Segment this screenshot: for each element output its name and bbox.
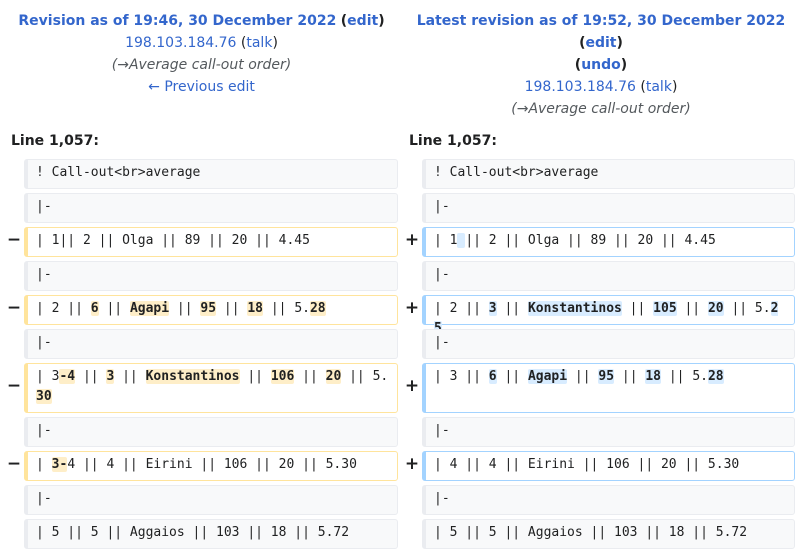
diff-text: || <box>114 369 146 384</box>
diff-text: | 3 <box>36 369 60 384</box>
diff-text: || <box>294 369 326 384</box>
changed-text: 20 <box>707 301 724 316</box>
new-diff-line: | 1 || 2 || Olga || 89 || 20 || 4.45 <box>422 227 795 257</box>
diff-text: || <box>614 369 646 384</box>
removed-line-marker: − <box>6 298 22 318</box>
diff-text: || <box>567 369 599 384</box>
removed-line-marker: − <box>6 230 22 250</box>
new-diff-line: |- <box>422 193 795 223</box>
new-edit-summary: (→Average call-out order) <box>511 101 691 117</box>
new-revision-header: Latest revision as of 19:52, 30 December… <box>403 10 799 120</box>
changed-text: Agapi <box>129 301 170 316</box>
diff-text: || <box>621 301 654 316</box>
old-diff-line: | 2 || 6 || Agapi || 95 || 18 || 5.28 <box>24 295 398 325</box>
old-diff-line: | 1|| 2 || Olga || 89 || 20 || 4.45 <box>24 227 398 257</box>
diff-text: || 2 || Olga || 89 || 20 || 4.45 <box>465 233 716 248</box>
diff-text: || <box>676 301 708 316</box>
diff-text: | 2 || <box>36 301 91 316</box>
changed-text: 105 <box>653 301 677 316</box>
old-diff-line: | 5 || 5 || Aggaios || 103 || 18 || 5.72 <box>24 519 398 549</box>
new-diff-line: |- <box>422 261 795 291</box>
changed-text: 95 <box>200 301 217 316</box>
changed-text: 18 <box>645 369 662 384</box>
diff-text: | 1|| 2 || Olga || 89 || 20 || 4.45 <box>36 233 310 248</box>
diff-text: || 5. <box>341 369 389 384</box>
added-line-marker: + <box>404 376 420 396</box>
old-user-link[interactable]: 198.103.184.76 <box>125 35 236 51</box>
old-edit-summary: (→Average call-out order) <box>111 57 292 73</box>
previous-edit-link[interactable]: ← Previous edit <box>148 79 255 95</box>
changed-text: Agapi <box>527 369 568 384</box>
changed-text: -4 <box>59 369 76 384</box>
new-revision-link[interactable]: Latest revision as of 19:52, 30 December… <box>417 13 785 29</box>
new-diff-line: | 5 || 5 || Aggaios || 103 || 18 || 5.72 <box>422 519 795 549</box>
diff-text: || <box>496 301 528 316</box>
changed-text: 3 <box>488 301 497 316</box>
changed-text: 6 <box>90 301 99 316</box>
diff-text: | 2 || <box>434 301 489 316</box>
diff-text: || <box>496 369 528 384</box>
diff-text: | <box>36 457 52 472</box>
new-edit-link[interactable]: edit <box>585 35 616 51</box>
diff-text: || 5. <box>661 369 708 384</box>
old-edit-link[interactable]: edit <box>347 13 378 29</box>
changed-text: 106 <box>270 369 295 384</box>
new-line-number: Line 1,057: <box>409 133 497 149</box>
new-diff-line: | 4 || 4 || Eirini || 106 || 20 || 5.30 <box>422 451 795 481</box>
changed-text: 18 <box>247 301 264 316</box>
diff-text: || <box>98 301 130 316</box>
new-diff-line: |- <box>422 417 795 447</box>
changed-text: 20 <box>325 369 342 384</box>
diff-text: || <box>216 301 248 316</box>
old-diff-line: |- <box>24 261 398 291</box>
diff-text: | 3 || <box>434 369 489 384</box>
new-diff-line: | 2 || 3 || Konstantinos || 105 || 20 ||… <box>422 295 795 336</box>
new-diff-line: |- <box>422 485 795 515</box>
new-diff-line: ! Call-out<br>average <box>422 159 795 189</box>
diff-text: 4 || 4 || Eirini || 106 || 20 || 5.30 <box>67 457 357 472</box>
old-talk-link[interactable]: talk <box>246 35 272 51</box>
undo-link[interactable]: undo <box>581 57 621 73</box>
old-diff-line: ! Call-out<br>average <box>24 159 398 189</box>
paren: ) <box>272 35 278 51</box>
diff-text: || <box>169 301 201 316</box>
diff-text: || <box>75 369 107 384</box>
changed-text: 95 <box>598 369 615 384</box>
paren: ) <box>378 13 385 29</box>
changed-text: 28 <box>707 369 724 384</box>
added-line-marker: + <box>404 454 420 474</box>
old-diff-line: |- <box>24 193 398 223</box>
diff-text: | 1 <box>434 233 458 248</box>
diff-text: || 5. <box>723 301 771 316</box>
added-line-marker: + <box>404 230 420 250</box>
paren: ) <box>620 57 628 73</box>
old-line-number: Line 1,057: <box>11 133 99 149</box>
new-diff-line: |- <box>422 329 795 359</box>
changed-text: Konstantinos <box>145 369 240 384</box>
removed-line-marker: − <box>6 376 22 396</box>
old-diff-line: | 3-4 || 3 || Konstantinos || 106 || 20 … <box>24 363 398 413</box>
old-revision-link[interactable]: Revision as of 19:46, 30 December 2022 <box>18 13 336 29</box>
changed-text: Konstantinos <box>527 301 622 316</box>
changed-text: 30 <box>36 389 52 404</box>
added-line-marker: + <box>404 298 420 318</box>
paren: ) <box>616 35 623 51</box>
changed-text: 28 <box>309 301 326 316</box>
new-talk-link[interactable]: talk <box>646 79 672 95</box>
changed-text: 3- <box>51 457 68 472</box>
new-user-link[interactable]: 198.103.184.76 <box>525 79 636 95</box>
paren: ) <box>671 79 678 95</box>
old-diff-line: |- <box>24 417 398 447</box>
changed-text: 6 <box>488 369 497 384</box>
diff-text: || <box>239 369 271 384</box>
old-diff-line: | 3-4 || 4 || Eirini || 106 || 20 || 5.3… <box>24 451 398 481</box>
removed-line-marker: − <box>6 454 22 474</box>
diff-text: | 4 || 4 || Eirini || 106 || 20 || 5.30 <box>434 457 740 472</box>
diff-text: || 5. <box>263 301 310 316</box>
new-diff-line: | 3 || 6 || Agapi || 95 || 18 || 5.28 <box>422 363 795 413</box>
old-diff-line: |- <box>24 485 398 515</box>
old-revision-header: Revision as of 19:46, 30 December 2022 (… <box>0 10 403 98</box>
old-diff-line: |- <box>24 329 398 359</box>
